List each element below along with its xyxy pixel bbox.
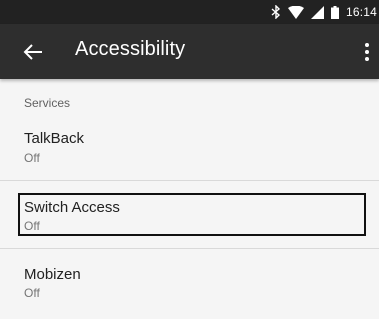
status-time: 16:14 — [345, 5, 377, 19]
service-status: Off — [24, 151, 40, 165]
service-status: Off — [24, 286, 40, 300]
status-bar: 16:14 — [0, 0, 379, 24]
section-header-services: Services — [24, 96, 71, 110]
signal-icon — [310, 5, 324, 19]
battery-icon — [330, 5, 339, 19]
back-arrow-icon[interactable] — [22, 41, 44, 63]
page-title: Accessibility — [75, 38, 186, 60]
wifi-icon — [287, 5, 304, 19]
status-icons: 16:14 — [271, 0, 379, 24]
focus-highlight — [18, 193, 366, 236]
service-item-talkback[interactable]: TalkBack Off — [0, 122, 379, 180]
app-bar: Accessibility — [0, 24, 379, 79]
service-title: TalkBack — [24, 130, 85, 147]
bluetooth-icon — [271, 5, 280, 19]
service-item-mobizen[interactable]: Mobizen Off — [0, 249, 379, 311]
overflow-menu-icon[interactable] — [362, 40, 372, 64]
service-title: Mobizen — [24, 266, 81, 283]
